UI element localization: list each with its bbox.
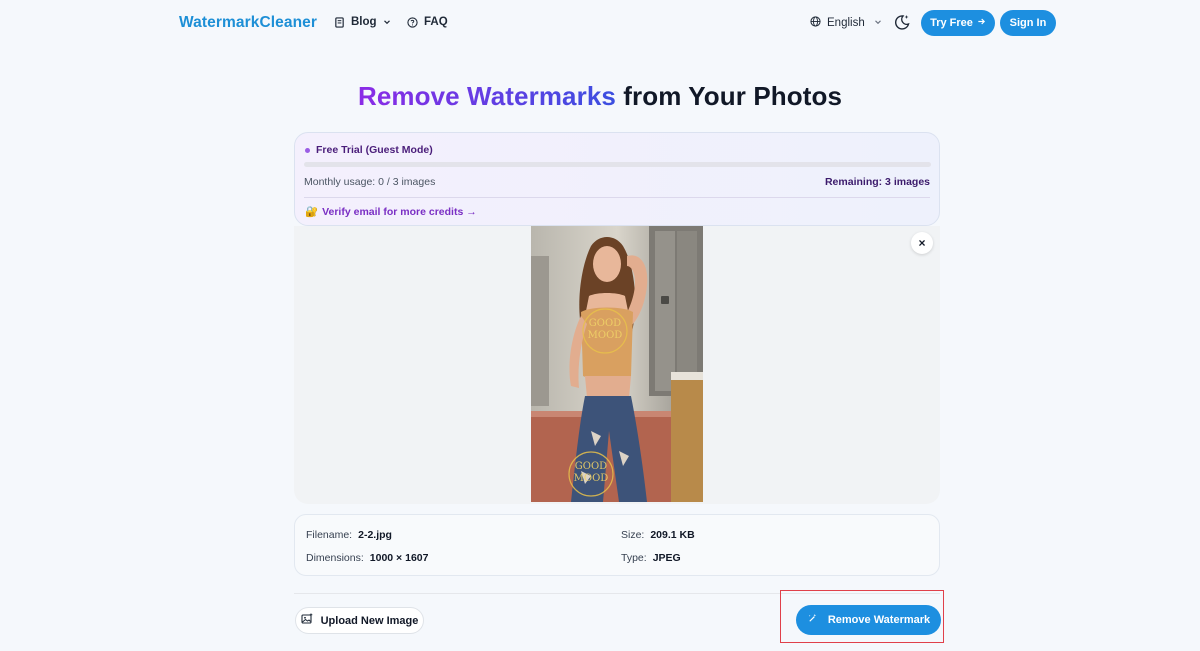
page-title-rest: from Your Photos xyxy=(623,81,843,111)
chevron-down-icon xyxy=(874,17,882,29)
image-preview: GOOD MOOD GOOD MOOD × xyxy=(294,226,940,504)
file-name-row: Filename: 2-2.jpg xyxy=(306,529,392,541)
watermark-text-2: MOOD xyxy=(588,330,623,341)
file-type-label: Type: xyxy=(621,552,647,564)
dimensions-label: Dimensions: xyxy=(306,552,364,564)
watermark-text-1: GOOD xyxy=(589,318,621,329)
top-nav: WatermarkCleaner Blog FAQ English Try Fr… xyxy=(0,0,1200,46)
logo[interactable]: WatermarkCleaner xyxy=(179,14,317,32)
trial-status-card: Free Trial (Guest Mode) Monthly usage: 0… xyxy=(294,132,940,226)
image-plus-icon xyxy=(301,613,313,628)
file-type-row: Type: JPEG xyxy=(621,552,681,564)
upload-new-image-button[interactable]: Upload New Image xyxy=(295,607,424,634)
status-dot-icon xyxy=(305,147,310,153)
magic-wand-icon xyxy=(807,613,818,627)
divider xyxy=(304,197,930,198)
uploaded-photo: GOOD MOOD GOOD MOOD xyxy=(531,226,703,502)
remove-watermark-button[interactable]: Remove Watermark xyxy=(796,605,941,635)
file-type-value: JPEG xyxy=(652,552,681,564)
file-info-panel: Filename: 2-2.jpg Dimensions: 1000 × 160… xyxy=(294,514,940,576)
usage-progress-bar xyxy=(304,162,931,167)
trial-title: Free Trial (Guest Mode) xyxy=(305,144,433,156)
chevron-down-icon xyxy=(383,18,391,26)
book-icon xyxy=(334,16,345,28)
close-preview-button[interactable]: × xyxy=(911,232,933,254)
close-icon: × xyxy=(918,236,926,250)
try-free-button[interactable]: Try Free xyxy=(921,10,995,36)
verify-email-link[interactable]: 🔐 Verify email for more credits → xyxy=(305,205,477,219)
sign-in-button[interactable]: Sign In xyxy=(1000,10,1056,36)
trial-title-label: Free Trial (Guest Mode) xyxy=(316,144,433,156)
moon-sparkle-icon xyxy=(893,15,911,35)
nav-faq[interactable]: FAQ xyxy=(407,16,448,28)
remaining-label: Remaining: 3 images xyxy=(824,176,930,188)
remove-watermark-label: Remove Watermark xyxy=(827,614,931,626)
file-size-label: Size: xyxy=(621,529,645,541)
try-free-label: Try Free xyxy=(930,17,973,29)
usage-label: Monthly usage: 0 / 3 images xyxy=(304,176,436,188)
file-name-value: 2-2.jpg xyxy=(358,529,392,541)
help-circle-icon xyxy=(407,16,418,28)
globe-icon xyxy=(810,16,821,30)
watermark-text-4: MOOD xyxy=(574,473,609,484)
sign-in-label: Sign In xyxy=(1009,17,1047,29)
verify-email-label: Verify email for more credits → xyxy=(322,205,477,218)
language-select[interactable]: English xyxy=(810,16,882,30)
file-name-label: Filename: xyxy=(306,529,353,541)
nav-blog-label: Blog xyxy=(351,16,377,28)
watermark-text-3: GOOD xyxy=(575,461,607,472)
file-size-row: Size: 209.1 KB xyxy=(621,529,695,541)
nav-blog[interactable]: Blog xyxy=(334,16,391,28)
file-size-value: 209.1 KB xyxy=(650,529,695,541)
lock-key-icon: 🔐 xyxy=(305,206,319,218)
dimensions-value: 1000 × 1607 xyxy=(369,552,429,564)
language-label: English xyxy=(827,17,865,29)
theme-toggle[interactable] xyxy=(893,13,913,33)
page-title: Remove Watermarks from Your Photos xyxy=(0,81,1200,112)
photo-illustration: GOOD MOOD GOOD MOOD xyxy=(531,226,703,502)
nav-faq-label: FAQ xyxy=(424,16,448,28)
upload-new-image-label: Upload New Image xyxy=(320,614,419,627)
arrow-right-icon xyxy=(977,17,986,29)
page-title-highlight: Remove Watermarks xyxy=(357,81,616,111)
dimensions-row: Dimensions: 1000 × 1607 xyxy=(306,552,428,564)
